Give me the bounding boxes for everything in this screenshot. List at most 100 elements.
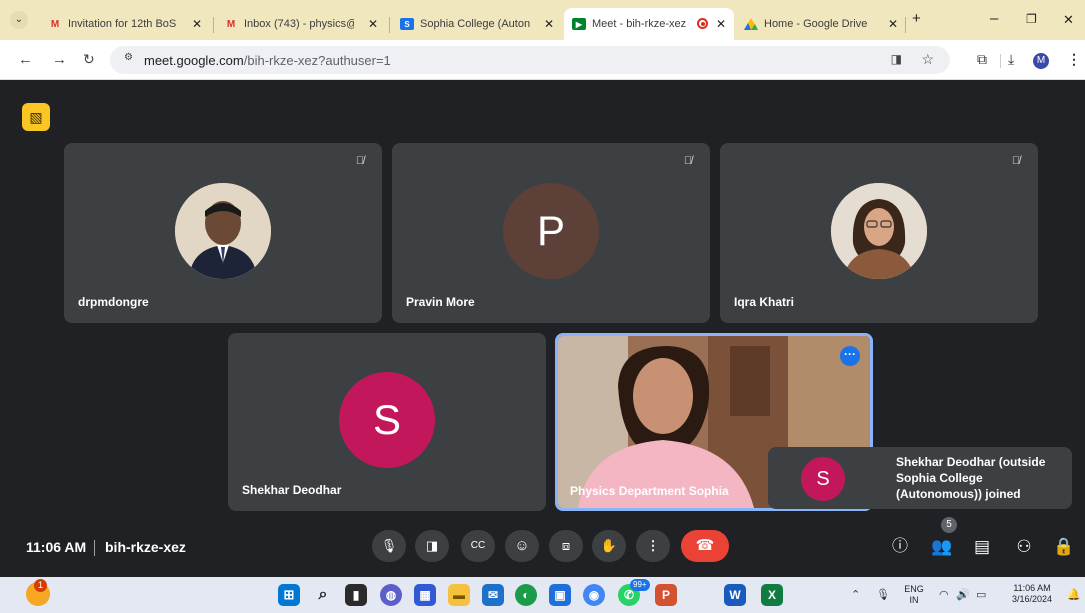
browser-menu-icon[interactable]: ⋮	[1067, 51, 1081, 68]
meet-icon: ▶	[572, 18, 586, 30]
mic-button[interactable]: 🎙	[372, 530, 406, 562]
input-language[interactable]: ENG IN	[902, 584, 926, 606]
meeting-code: bih-rkze-xez	[105, 539, 186, 555]
site-settings-icon[interactable]: ⚙	[120, 52, 137, 68]
store-icon[interactable]: ▣	[549, 584, 571, 606]
battery-icon[interactable]: ▭	[976, 588, 986, 601]
camera-button[interactable]: ◨	[415, 530, 449, 562]
mic-off-icon: 🎙̸	[1011, 155, 1021, 167]
chevron-up-icon[interactable]: ⌃	[851, 588, 860, 601]
tab-inbox[interactable]: M Inbox (743) - physics@sc ✕	[216, 8, 386, 40]
mail-icon[interactable]: ✉	[482, 584, 504, 606]
host-controls-icon[interactable]: 🔒	[1052, 535, 1076, 559]
tab-divider	[213, 17, 214, 33]
participant-tile[interactable]: 🎙̸ drpmdongre	[64, 143, 382, 323]
edge-icon[interactable]: ◐	[515, 584, 537, 606]
people-count-badge: 5	[941, 517, 957, 533]
mic-off-icon: 🎙̸	[683, 155, 693, 167]
meeting-details-icon[interactable]: ⓘ	[888, 535, 912, 559]
restore-icon[interactable]: ❐	[1026, 12, 1037, 26]
notification-avatar: S	[801, 457, 845, 501]
weather-widget-icon[interactable]: 1	[26, 579, 50, 606]
tab-sophia-college[interactable]: S Sophia College (Autonom ✕	[392, 8, 562, 40]
more-options-icon[interactable]: ···	[840, 346, 860, 366]
meeting-info-divider	[94, 540, 95, 556]
browser-tab-strip: ⌄ M Invitation for 12th BoS m ✕ M Inbox …	[0, 0, 1085, 40]
microphone-tray-icon[interactable]: 🎙	[876, 588, 890, 601]
profile-avatar[interactable]: M	[1033, 53, 1049, 69]
participant-tile[interactable]: S Shekhar Deodhar	[228, 333, 546, 511]
extensions-icon[interactable]: ⧉	[977, 51, 987, 68]
captions-icon: CC	[470, 540, 486, 551]
close-icon[interactable]: ✕	[368, 17, 378, 31]
tab-google-drive[interactable]: Home - Google Drive ✕	[736, 8, 906, 40]
word-icon[interactable]: W	[724, 584, 746, 606]
url-text[interactable]: meet.google.com/bih-rkze-xez?authuser=1	[144, 53, 391, 68]
tab-divider	[389, 17, 390, 33]
mic-off-icon: 🎙̸	[355, 155, 365, 167]
reactions-button[interactable]: ☺	[505, 530, 539, 562]
weather-badge: 1	[34, 579, 47, 592]
tab-invitation[interactable]: M Invitation for 12th BoS m ✕	[40, 8, 210, 40]
search-icon[interactable]: ⌕	[312, 584, 334, 606]
address-bar[interactable]: ⚙ meet.google.com/bih-rkze-xez?authuser=…	[110, 46, 950, 74]
windows-taskbar: 1 ⊞ ⌕ ▮ ◍ ▦ ▬ ✉ ◐ ▣ ◉ ✆ 99+ P W X ⌃ 🎙 EN…	[0, 577, 1085, 613]
tab-divider	[905, 17, 906, 33]
gmail-icon: M	[226, 18, 236, 30]
people-icon[interactable]: 👥	[930, 535, 954, 559]
whatsapp-badge: 99+	[630, 579, 650, 591]
excel-icon[interactable]: X	[761, 584, 783, 606]
address-toolbar: ← → ↻ ⚙ meet.google.com/bih-rkze-xez?aut…	[0, 40, 1085, 80]
tab-search-icon[interactable]: ⌄	[10, 11, 28, 29]
download-icon[interactable]: ⤓	[1008, 51, 1014, 68]
more-options-button[interactable]: ⋮	[636, 530, 670, 562]
volume-icon[interactable]: 🔊	[956, 588, 970, 601]
leave-call-button[interactable]: ☎	[681, 530, 729, 562]
emoji-icon: ☺	[514, 537, 530, 554]
reload-icon[interactable]: ↻	[83, 51, 95, 68]
captions-button[interactable]: CC	[461, 530, 495, 562]
tab-meet[interactable]: ▶ Meet - bih-rkze-xez ✕	[564, 8, 734, 40]
close-icon[interactable]: ✕	[888, 17, 898, 31]
meeting-clock: 11:06 AM	[26, 539, 87, 555]
toolbar-divider	[1000, 54, 1001, 68]
gmail-icon: M	[50, 18, 60, 30]
close-icon[interactable]: ✕	[192, 17, 202, 31]
back-icon[interactable]: ←	[18, 51, 33, 68]
window-close-icon[interactable]: ✕	[1063, 12, 1074, 28]
bookmark-star-icon[interactable]: ☆	[921, 51, 934, 68]
present-screen-button[interactable]: ⧈	[549, 530, 583, 562]
site-icon: S	[400, 18, 414, 30]
captions-off-icon[interactable]: ▧	[22, 103, 50, 131]
teams-chat-icon[interactable]: ◍	[380, 584, 402, 606]
file-explorer-icon[interactable]: ▬	[448, 584, 470, 606]
participant-photo	[831, 183, 927, 279]
start-icon[interactable]: ⊞	[278, 584, 300, 606]
participant-tile[interactable]: 🎙̸ Iqra Khatri	[720, 143, 1038, 323]
mic-icon: 🎙	[380, 538, 398, 553]
participant-photo	[175, 183, 271, 279]
activities-icon[interactable]: ⚇	[1012, 535, 1036, 559]
close-icon[interactable]: ✕	[716, 17, 726, 31]
notifications-bell-icon[interactable]: 🔔	[1067, 588, 1081, 601]
chat-icon[interactable]: ▤	[970, 535, 994, 559]
new-tab-icon[interactable]: +	[912, 10, 921, 27]
camera-icon[interactable]: ◨	[891, 52, 902, 66]
chrome-icon[interactable]: ◉	[583, 584, 605, 606]
raise-hand-button[interactable]: ✋	[592, 530, 626, 562]
taskbar-clock[interactable]: 11:06 AM 3/16/2024	[1004, 583, 1060, 605]
hang-up-icon: ☎	[695, 537, 715, 554]
more-vert-icon: ⋮	[646, 538, 660, 553]
close-icon[interactable]: ✕	[544, 17, 554, 31]
minimize-icon[interactable]: –	[990, 10, 998, 27]
join-notification: S Shekhar Deodhar (outside Sophia Colleg…	[768, 447, 1072, 509]
wifi-icon[interactable]: ◠	[939, 588, 949, 601]
forward-icon[interactable]: →	[52, 51, 67, 68]
participant-tile[interactable]: 🎙̸ P Pravin More	[392, 143, 710, 323]
task-view-icon[interactable]: ▮	[345, 584, 367, 606]
participant-avatar: S	[339, 372, 435, 468]
powerpoint-icon[interactable]: P	[655, 584, 677, 606]
widgets-icon[interactable]: ▦	[414, 584, 436, 606]
drive-icon	[744, 18, 758, 30]
notification-message: Shekhar Deodhar (outside Sophia College …	[896, 455, 1046, 501]
